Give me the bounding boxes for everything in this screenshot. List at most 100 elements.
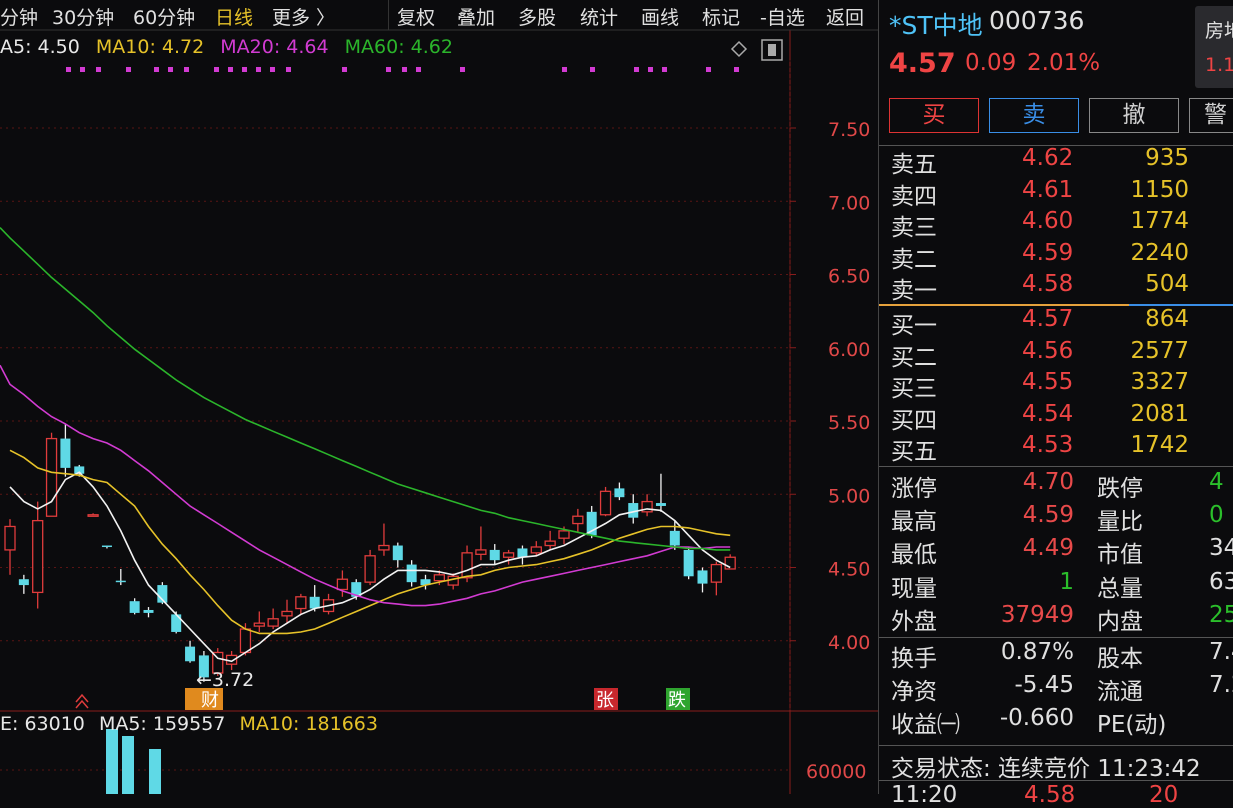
buy-book-row[interactable]: 买二 4.56 2577 bbox=[879, 338, 1233, 371]
volume-bar bbox=[149, 749, 161, 794]
candle-body bbox=[364, 555, 376, 583]
mark-button[interactable]: 标记 bbox=[702, 3, 740, 30]
up-arrow-icon bbox=[75, 693, 89, 709]
stat-label: PE(动) bbox=[1097, 712, 1167, 738]
signal-dot bbox=[286, 67, 291, 72]
buy-book-row[interactable]: 买四 4.54 2081 bbox=[879, 400, 1233, 434]
buy-book-volume: 864 bbox=[1145, 306, 1189, 332]
stat-value: 4.49 bbox=[1022, 535, 1074, 562]
buy-book-price: 4.53 bbox=[1022, 432, 1074, 458]
sell-book-volume: 2240 bbox=[1130, 239, 1189, 266]
buy-book-row[interactable]: 买五 4.53 1742 bbox=[879, 432, 1233, 465]
candle-body bbox=[267, 618, 279, 627]
sector-box[interactable]: 房地 1.1 bbox=[1195, 6, 1233, 88]
volume-tick-label: 60000 bbox=[806, 761, 866, 783]
sell-book-level-label: 卖四 bbox=[891, 183, 937, 210]
buy-book-volume: 1742 bbox=[1130, 432, 1189, 458]
stats-row: 现量 1 总量 63 bbox=[879, 569, 1233, 602]
candle-body bbox=[32, 519, 44, 594]
stat-value: 63 bbox=[1209, 568, 1233, 595]
stat-label: 股本 bbox=[1097, 646, 1143, 672]
signal-dot bbox=[634, 67, 639, 72]
overlay-button[interactable]: 叠加 bbox=[457, 3, 495, 30]
stat-value: 0 bbox=[1209, 502, 1224, 529]
candle-body bbox=[143, 609, 154, 613]
signal-dot bbox=[662, 67, 667, 72]
stats-button[interactable]: 统计 bbox=[580, 3, 618, 30]
stats-row: 收益㈠ -0.660 PE(动) bbox=[879, 705, 1233, 738]
candle-body bbox=[544, 540, 556, 547]
stat-value: 1 bbox=[1059, 568, 1074, 595]
draw-line-button[interactable]: 画线 bbox=[641, 3, 679, 30]
tab-60min[interactable]: 60分钟 bbox=[133, 3, 195, 30]
buy-book-price: 4.57 bbox=[1022, 306, 1074, 332]
ma60-line bbox=[0, 227, 731, 551]
buy-book-volume: 3327 bbox=[1130, 369, 1189, 395]
kline-chart[interactable]: 7.50 7.00 6.50 6.00 5.50 5.00 4.50 4.00 ←3.72财 张 跌… bbox=[0, 0, 878, 794]
divider bbox=[879, 780, 1233, 781]
signal-dot bbox=[256, 67, 261, 72]
sell-book-row[interactable]: 卖一 4.58 504 bbox=[879, 271, 1233, 304]
candle-body bbox=[87, 514, 99, 517]
signal-dot bbox=[168, 67, 173, 72]
kline-chart-panel[interactable]: 7.50 7.00 6.50 6.00 5.50 5.00 4.50 4.00 ←3.72 财 张 跌… bbox=[0, 0, 878, 794]
signal-dot bbox=[228, 67, 233, 72]
sell-book-row[interactable]: 卖五 4.62 935 bbox=[879, 145, 1233, 178]
sell-button[interactable]: 卖 bbox=[989, 98, 1079, 133]
cancel-order-button[interactable]: 撤 bbox=[1089, 98, 1179, 133]
remove-watchlist-button[interactable]: -自选 bbox=[760, 3, 805, 30]
candle-body bbox=[502, 552, 515, 558]
stat-value: 4.59 bbox=[1022, 502, 1074, 529]
sell-book-level-label: 卖三 bbox=[891, 215, 937, 241]
tab-minute[interactable]: 分钟 bbox=[0, 3, 38, 30]
volume-bar bbox=[122, 736, 134, 794]
stat-label: 跌停 bbox=[1097, 476, 1143, 502]
stock-name: *ST中地 bbox=[889, 11, 983, 40]
stats-row: 最低 4.49 市值 34 bbox=[879, 535, 1233, 568]
signal-dot bbox=[80, 67, 85, 72]
ma-legend: A5: 4.50 MA10: 4.72 MA20: 4.64 MA60: 4.6… bbox=[0, 36, 453, 58]
y-tick-label: 6.50 bbox=[828, 266, 870, 288]
stat-value: 37949 bbox=[1000, 601, 1074, 628]
tab-more[interactable]: 更多 〉 bbox=[272, 3, 335, 30]
tick-time: 11:20 bbox=[891, 782, 958, 808]
back-button[interactable]: 返回 bbox=[826, 3, 864, 30]
stats-row: 净资 -5.45 流通 7.2 bbox=[879, 672, 1233, 705]
buy-book-row[interactable]: 买三 4.55 3327 bbox=[879, 369, 1233, 402]
signal-dot bbox=[96, 67, 101, 72]
signal-dot bbox=[416, 67, 421, 72]
buy-book-level-label: 买三 bbox=[891, 376, 937, 402]
trade-status: 交易状态: 连续竞价 11:23:42 bbox=[891, 756, 1201, 782]
alert-button[interactable]: 警 bbox=[1189, 98, 1233, 133]
multi-stock-button[interactable]: 多股 bbox=[518, 3, 556, 30]
signal-dot bbox=[460, 67, 465, 72]
signal-dot bbox=[342, 67, 347, 72]
candle-body bbox=[115, 580, 126, 583]
stats-row: 涨停 4.70 跌停 4 bbox=[879, 469, 1233, 502]
sell-book-volume: 935 bbox=[1145, 145, 1189, 171]
candle-body bbox=[683, 549, 694, 577]
candle-body bbox=[461, 552, 473, 579]
sell-book-volume: 504 bbox=[1145, 271, 1189, 297]
adjust-button[interactable]: 复权 bbox=[397, 3, 435, 30]
buy-button[interactable]: 买 bbox=[889, 98, 979, 133]
candle-body bbox=[309, 596, 320, 609]
tab-30min[interactable]: 30分钟 bbox=[52, 3, 114, 30]
sell-book-row[interactable]: 卖四 4.61 1150 bbox=[879, 177, 1233, 210]
stat-label: 内盘 bbox=[1097, 608, 1143, 635]
buy-book-row[interactable]: 买一 4.57 864 bbox=[879, 306, 1233, 339]
sell-book-row[interactable]: 卖三 4.60 1774 bbox=[879, 208, 1233, 241]
sell-book-price: 4.60 bbox=[1022, 208, 1074, 234]
stat-label: 量比 bbox=[1097, 509, 1143, 536]
divider bbox=[879, 466, 1233, 467]
candle-body bbox=[253, 622, 265, 627]
candle-body bbox=[60, 438, 71, 468]
sell-book-row[interactable]: 卖二 4.59 2240 bbox=[879, 239, 1233, 273]
candle-body bbox=[558, 530, 570, 539]
volume-bar bbox=[106, 729, 118, 794]
buy-book-price: 4.54 bbox=[1022, 400, 1074, 427]
signal-dot bbox=[562, 67, 567, 72]
candle-body bbox=[406, 564, 417, 583]
tab-daily[interactable]: 日线 bbox=[215, 3, 253, 30]
chart-toolbar: 分钟 30分钟 60分钟 日线 更多 〉 复权 叠加 多股 统计 画线 标记 -… bbox=[0, 0, 878, 30]
